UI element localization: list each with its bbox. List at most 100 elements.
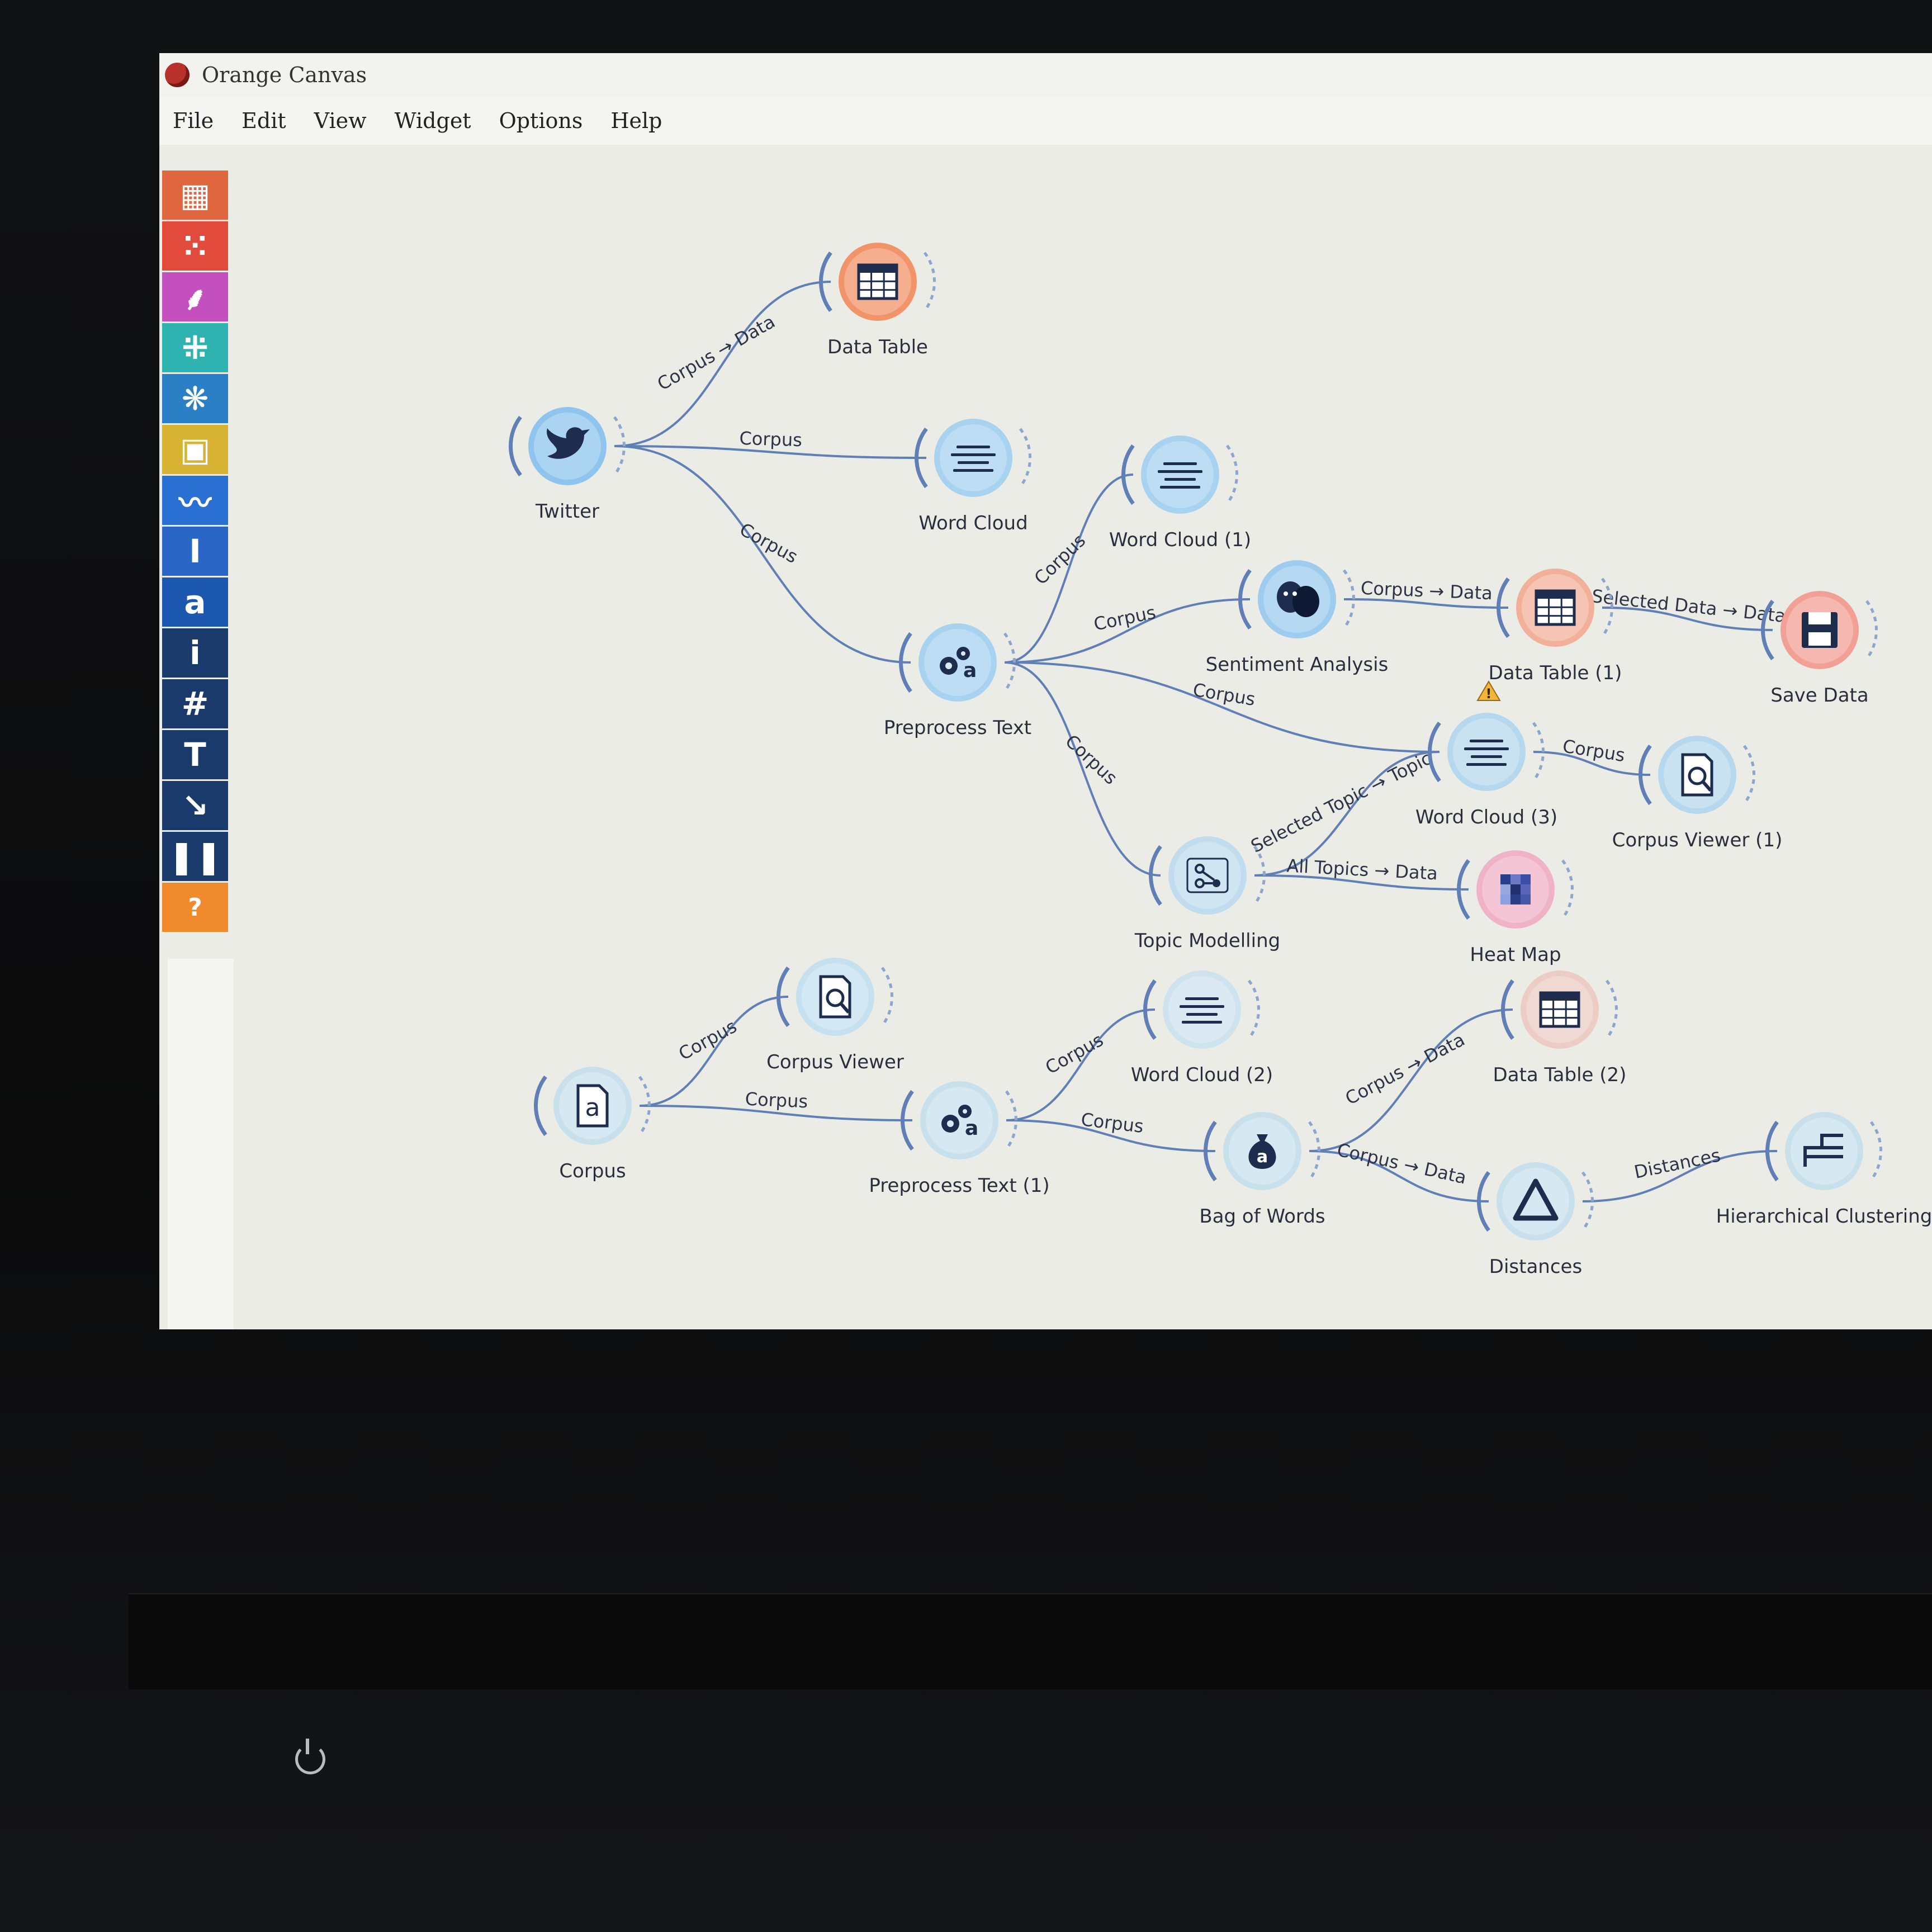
widget-label: Data Table bbox=[827, 336, 928, 358]
output-anchor[interactable] bbox=[1248, 979, 1260, 1040]
link-label: Corpus bbox=[745, 1088, 808, 1112]
output-anchor[interactable] bbox=[1743, 745, 1755, 805]
widget-heat-map[interactable]: Heat Map bbox=[1457, 850, 1574, 966]
link-label: Corpus bbox=[1191, 679, 1257, 710]
laptop-hinge bbox=[129, 1593, 1932, 1689]
widget-highlight bbox=[1147, 441, 1214, 508]
link-label: Corpus → Data bbox=[1335, 1139, 1469, 1188]
widget-toolbox: ▦ ⁙ ⸙ ⁜ ❋ ▣ 〰 Ia i # T ↘ ❚❚? bbox=[162, 171, 228, 934]
output-anchor[interactable] bbox=[1870, 1121, 1882, 1181]
menu-edit[interactable]: Edit bbox=[242, 108, 286, 133]
link-preprocess-text-topic-modelling[interactable] bbox=[1004, 661, 1161, 877]
help-icon[interactable]: ? bbox=[162, 883, 228, 932]
output-anchor[interactable] bbox=[1019, 428, 1031, 488]
menu-view[interactable]: View bbox=[314, 108, 367, 133]
power-icon-bar bbox=[306, 1739, 309, 1754]
widget-corpus-viewer[interactable]: Corpus Viewer bbox=[766, 958, 904, 1073]
link-label: Corpus bbox=[675, 1016, 741, 1065]
hash-icon[interactable]: # bbox=[162, 679, 228, 728]
menu-options[interactable]: Options bbox=[499, 108, 583, 133]
svg-text:!: ! bbox=[1486, 686, 1492, 702]
pause-icon[interactable]: ❚❚ bbox=[162, 832, 228, 881]
text-a-icon[interactable]: a bbox=[162, 577, 228, 627]
widget-word-cloud-2[interactable]: Word Cloud (2) bbox=[1131, 970, 1273, 1086]
menu-bar: File Edit View Widget Options Help bbox=[159, 97, 1932, 145]
heatmap-icon bbox=[1500, 874, 1531, 905]
link-label: Corpus bbox=[1041, 1029, 1107, 1078]
link-label: Corpus bbox=[1061, 730, 1121, 788]
window-title: Orange Canvas bbox=[202, 63, 367, 87]
input-anchor[interactable] bbox=[534, 1075, 547, 1137]
table-icon[interactable]: ▦ bbox=[162, 171, 228, 220]
link-label: All Topics → Data bbox=[1286, 855, 1438, 884]
workflow-canvas[interactable]: Corpus → Data Corpus Corpus Corpus Corpus Cor… bbox=[232, 145, 1932, 1329]
image-icon[interactable]: ▣ bbox=[162, 425, 228, 474]
widget-twitter[interactable]: Twitter bbox=[509, 407, 626, 523]
widget-data-table[interactable]: Data Table bbox=[819, 243, 936, 358]
widget-bag-of-words[interactable]: a Bag of Words bbox=[1199, 1112, 1325, 1228]
tree-icon[interactable]: ⸙ bbox=[162, 272, 228, 321]
widget-label: Data Table (1) bbox=[1489, 662, 1622, 684]
arrow-icon[interactable]: ↘ bbox=[162, 781, 228, 830]
widget-highlight bbox=[940, 424, 1007, 491]
output-anchor[interactable] bbox=[1561, 859, 1574, 920]
widget-word-cloud-1[interactable]: Word Cloud (1) bbox=[1109, 435, 1251, 551]
widget-preprocess-text[interactable]: a Preprocess Text bbox=[884, 623, 1031, 739]
output-anchor[interactable] bbox=[1865, 600, 1878, 660]
output-anchor[interactable] bbox=[1226, 444, 1238, 505]
corpus-viewer-icon bbox=[819, 975, 851, 1019]
info-icon[interactable]: i bbox=[162, 628, 228, 678]
widget-preprocess-text-1[interactable]: a Preprocess Text (1) bbox=[869, 1081, 1050, 1197]
link-label: Corpus bbox=[736, 519, 802, 568]
widget-label: Word Cloud (1) bbox=[1109, 529, 1251, 551]
output-anchor[interactable] bbox=[881, 967, 893, 1027]
widget-highlight bbox=[926, 1087, 993, 1154]
widget-label: Word Cloud (3) bbox=[1415, 806, 1557, 828]
corpus-viewer-icon bbox=[1681, 753, 1713, 797]
widget-label: Bag of Words bbox=[1199, 1205, 1325, 1228]
warning-icon[interactable]: ! bbox=[1476, 680, 1501, 702]
orange-canvas-window: Orange Canvas File Edit View Widget Opti… bbox=[159, 53, 1932, 1329]
widget-label: Preprocess Text (1) bbox=[869, 1175, 1049, 1197]
text-T-icon[interactable]: T bbox=[162, 730, 228, 779]
menu-file[interactable]: File bbox=[173, 108, 214, 133]
widget-label: Heat Map bbox=[1470, 944, 1561, 966]
link-label: Corpus bbox=[1030, 530, 1090, 589]
widget-label: Sentiment Analysis bbox=[1206, 654, 1389, 676]
widget-label: Save Data bbox=[1770, 684, 1868, 707]
menu-help[interactable]: Help bbox=[610, 108, 662, 133]
link-label: Corpus → Data bbox=[1342, 1029, 1468, 1109]
widget-hierarchical-clustering[interactable]: Hierarchical Clustering bbox=[1716, 1112, 1932, 1228]
input-anchor[interactable] bbox=[509, 415, 522, 477]
link-twitter-preprocess-text[interactable] bbox=[614, 445, 911, 664]
workflow-graph: Corpus → DataCorpusCorpus CorpusCorpusCor… bbox=[509, 243, 1932, 1278]
output-anchor[interactable] bbox=[924, 252, 936, 312]
widget-word-cloud[interactable]: Word Cloud bbox=[915, 419, 1031, 534]
widget-label: Corpus bbox=[559, 1160, 626, 1182]
output-anchor[interactable] bbox=[1606, 979, 1618, 1040]
menu-widget[interactable]: Widget bbox=[395, 108, 471, 133]
widget-label: Hierarchical Clustering bbox=[1716, 1205, 1932, 1228]
widget-label: Preprocess Text bbox=[884, 717, 1031, 739]
widget-word-cloud-3[interactable]: Word Cloud (3) bbox=[1415, 713, 1557, 828]
widget-distances[interactable]: Distances bbox=[1477, 1162, 1594, 1278]
cluster-icon[interactable]: ❋ bbox=[162, 374, 228, 423]
widget-label: Corpus Viewer bbox=[766, 1051, 904, 1073]
text-cursor-icon[interactable]: I bbox=[162, 527, 228, 576]
widget-highlight bbox=[1168, 976, 1235, 1043]
svg-text:a: a bbox=[585, 1093, 600, 1122]
widget-label: Distances bbox=[1489, 1256, 1582, 1278]
link-bag-of-words-data-table-2[interactable] bbox=[1309, 1008, 1513, 1152]
orange-logo-icon bbox=[165, 63, 190, 87]
link-twitter-data-table[interactable] bbox=[614, 281, 831, 447]
widget-data-table-2[interactable]: Data Table (2) bbox=[1493, 970, 1627, 1086]
link-label: Corpus → Data bbox=[654, 311, 779, 395]
link-preprocess-text-word-cloud-1[interactable] bbox=[1004, 473, 1134, 664]
widget-highlight bbox=[1791, 1117, 1858, 1185]
widget-highlight bbox=[1502, 1168, 1569, 1235]
timeseries-icon[interactable]: 〰 bbox=[162, 476, 228, 525]
scatter-icon[interactable]: ⁙ bbox=[162, 221, 228, 271]
widget-corpus[interactable]: a Corpus bbox=[534, 1067, 651, 1182]
widget-corpus-viewer-1[interactable]: Corpus Viewer (1) bbox=[1612, 736, 1783, 851]
grid-icon[interactable]: ⁜ bbox=[162, 323, 228, 372]
